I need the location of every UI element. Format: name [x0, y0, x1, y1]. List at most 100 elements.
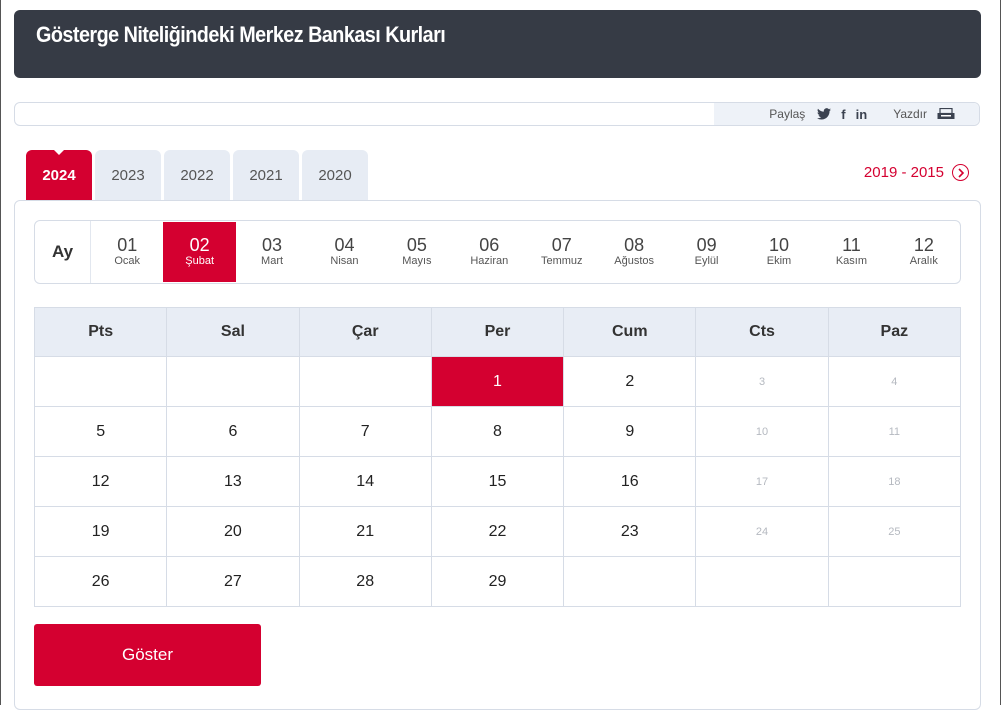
- day-cell: 17: [695, 456, 829, 507]
- day-cell[interactable]: 20: [166, 506, 300, 557]
- year-tabs: 2024 2023 2022 2021 2020: [26, 150, 368, 200]
- week-row: 12 13 14 15 16 17 18: [33, 456, 962, 507]
- tab-year-2022[interactable]: 2022: [164, 150, 230, 200]
- day-cell: [33, 356, 168, 407]
- month-number: 05: [406, 235, 427, 255]
- month-name: Temmuz: [540, 255, 583, 267]
- day-cell[interactable]: 19: [33, 506, 168, 557]
- month-name: Şubat: [185, 255, 214, 267]
- day-cell[interactable]: 6: [166, 406, 300, 457]
- tab-year-2024[interactable]: 2024: [26, 150, 92, 200]
- month-number: 11: [842, 235, 861, 255]
- month-number: 06: [479, 235, 500, 255]
- month-header-label: Ay: [35, 221, 91, 283]
- day-cell[interactable]: 26: [33, 556, 168, 607]
- month-number: 02: [189, 235, 210, 255]
- tab-year-2021[interactable]: 2021: [233, 150, 299, 200]
- tab-year-2023[interactable]: 2023: [95, 150, 161, 200]
- month-number: 01: [117, 235, 138, 255]
- day-cell: 11: [827, 406, 962, 457]
- day-cell[interactable]: 16: [563, 456, 697, 507]
- day-cell[interactable]: 21: [298, 506, 432, 557]
- week-row: 26 27 28 29: [33, 556, 962, 607]
- month-item[interactable]: 03 Mart: [236, 221, 308, 283]
- month-number: 07: [551, 235, 572, 255]
- day-cell: 18: [827, 456, 962, 507]
- month-item[interactable]: 01 Ocak: [91, 221, 163, 283]
- facebook-icon[interactable]: f: [841, 107, 845, 122]
- day-cell[interactable]: 28: [298, 556, 432, 607]
- month-name: Mayıs: [402, 255, 432, 267]
- month-name: Haziran: [470, 255, 509, 267]
- day-cell: [695, 556, 829, 607]
- day-cell[interactable]: 13: [166, 456, 300, 507]
- day-cell[interactable]: 2: [563, 356, 697, 407]
- show-button[interactable]: Göster: [34, 624, 261, 686]
- month-number: 08: [624, 235, 645, 255]
- month-number: 09: [696, 235, 717, 255]
- day-cell[interactable]: 23: [563, 506, 697, 557]
- day-cell: [563, 556, 697, 607]
- weekday-header: Paz: [827, 307, 962, 357]
- day-cell: [166, 356, 300, 407]
- month-name: Ekim: [766, 255, 792, 267]
- day-cell[interactable]: 9: [563, 406, 697, 457]
- day-calendar: Pts Sal Çar Per Cum Cts Paz 1 2 3 4 5 6 7 8 9 10 11 12 13 1…: [33, 307, 962, 607]
- weekday-header: Cts: [695, 307, 829, 357]
- month-number: 10: [768, 235, 790, 255]
- older-years-link[interactable]: 2019 - 2015: [864, 164, 969, 181]
- month-name: Ağustos: [614, 255, 655, 267]
- week-row: 5 6 7 8 9 10 11: [33, 406, 962, 457]
- month-item[interactable]: 07 Temmuz: [526, 221, 598, 283]
- day-cell: 24: [695, 506, 829, 557]
- day-cell[interactable]: 29: [430, 556, 565, 607]
- day-cell[interactable]: 1: [430, 356, 565, 407]
- day-cell: 25: [827, 506, 962, 557]
- month-item[interactable]: 11 Kasım: [815, 221, 887, 283]
- month-item[interactable]: 09 Eylül: [670, 221, 742, 283]
- week-row: 1234: [33, 356, 962, 407]
- month-name: Mart: [261, 255, 284, 267]
- day-cell[interactable]: 5: [33, 406, 168, 457]
- older-years-label: 2019 - 2015: [863, 164, 944, 181]
- month-name: Ocak: [114, 255, 141, 267]
- share-bar: Paylaş f in Yazdır: [14, 102, 980, 126]
- day-cell[interactable]: 15: [430, 456, 565, 507]
- linkedin-icon[interactable]: in: [856, 107, 868, 122]
- window-border-left: [0, 0, 1, 705]
- month-name: Aralık: [909, 255, 938, 267]
- month-item[interactable]: 02 Şubat: [163, 222, 236, 282]
- day-cell[interactable]: 7: [298, 406, 432, 457]
- day-cell[interactable]: 22: [430, 506, 565, 557]
- month-name: Nisan: [330, 255, 359, 267]
- share-actions: Paylaş f in Yazdır: [714, 103, 979, 125]
- chevron-right-icon: [952, 164, 969, 181]
- day-cell[interactable]: 8: [430, 406, 565, 457]
- month-name: Kasım: [835, 255, 868, 267]
- calendar-body: 1 2 3 4 5 6 7 8 9 10 11 12 13 14 15 16 17 18 19 20 21 22 23 24 2…: [33, 356, 962, 607]
- page-title: Gösterge Niteliğindeki Merkez Bankası Ku…: [36, 22, 446, 47]
- weekday-header: Çar: [298, 307, 432, 357]
- day-cell: [298, 356, 432, 407]
- day-cell[interactable]: 14: [298, 456, 432, 507]
- week-row: 19 20 21 22 23 24 25: [33, 506, 962, 557]
- day-cell: [827, 556, 962, 607]
- month-selector: Ay 01 Ocak 02 Şubat 03 Mart 04 Nisan 05 Mayıs 06 Ha…: [34, 220, 961, 284]
- weekday-header: Pts: [33, 307, 168, 357]
- month-item[interactable]: 04 Nisan: [308, 221, 380, 283]
- printer-icon[interactable]: [937, 108, 955, 120]
- twitter-icon[interactable]: [817, 108, 832, 120]
- day-cell: 10: [695, 406, 829, 457]
- day-cell[interactable]: 12: [33, 456, 168, 507]
- month-item[interactable]: 05 Mayıs: [381, 221, 453, 283]
- month-number: 03: [262, 235, 283, 255]
- weekday-header: Cum: [563, 307, 697, 357]
- month-item[interactable]: 12 Aralık: [888, 221, 960, 283]
- tab-year-2020[interactable]: 2020: [302, 150, 368, 200]
- month-item[interactable]: 10 Ekim: [743, 221, 815, 283]
- month-item[interactable]: 06 Haziran: [453, 221, 525, 283]
- month-item[interactable]: 08 Ağustos: [598, 221, 670, 283]
- print-label[interactable]: Yazdır: [893, 107, 927, 121]
- day-cell[interactable]: 27: [166, 556, 300, 607]
- day-cell: 3: [695, 356, 829, 407]
